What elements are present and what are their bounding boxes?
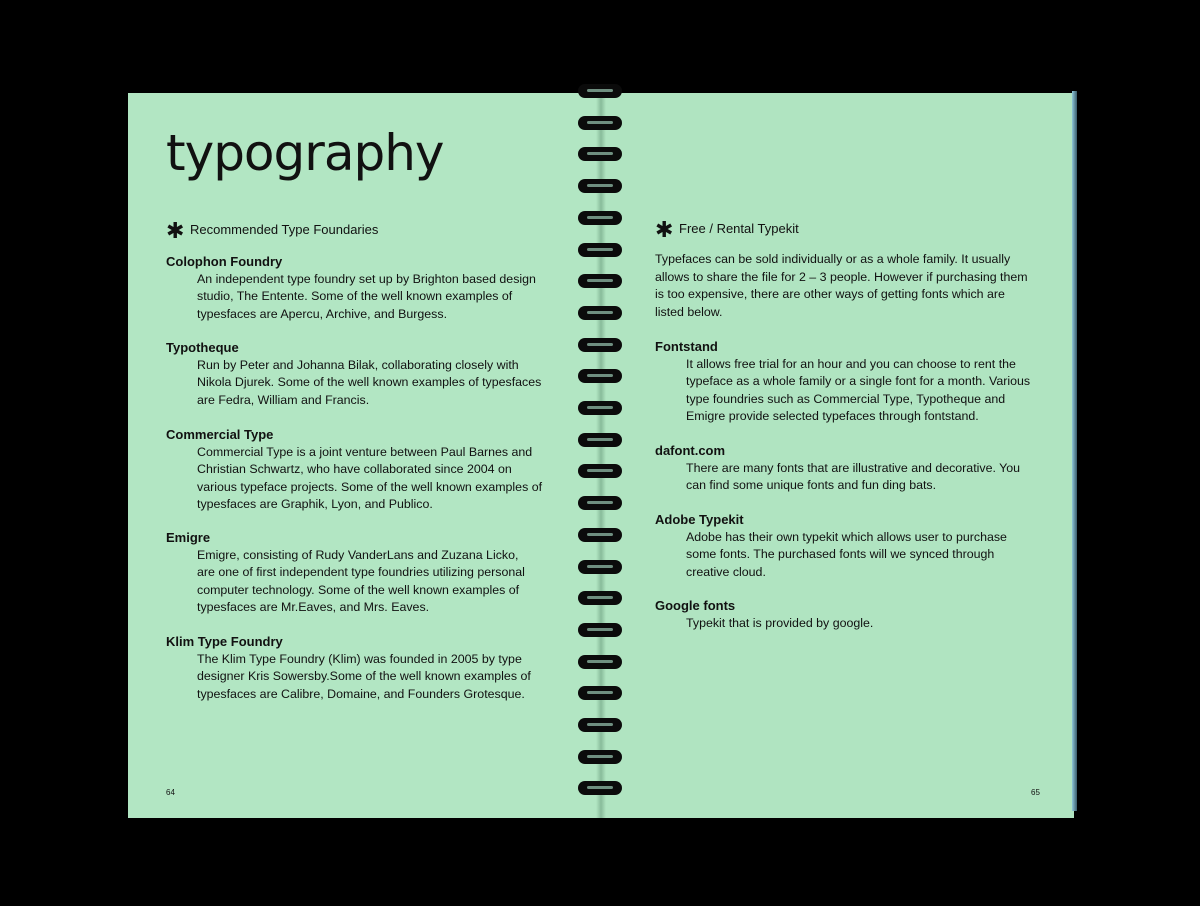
entry-adobe-typekit: Adobe Typekit Adobe has their own typeki… (655, 511, 1007, 581)
entry-description: Typekit that is provided by google. (655, 615, 873, 633)
binding-ring (578, 147, 622, 162)
description-line: can find some unique fonts and fun ding … (686, 478, 937, 492)
entry-emigre: Emigre Emigre, consisting of Rudy Vander… (166, 529, 525, 617)
asterisk-icon: ✱ (655, 217, 674, 242)
entry-typotheque: Typotheque Run by Peter and Johanna Bila… (166, 339, 541, 409)
description-line: typesfaces are Calibre, Domaine, and Fou… (197, 686, 525, 701)
description-line: typesfaces are Apercu, Archive, and Burg… (197, 306, 448, 321)
entry-description: The Klim Type Foundry (Klim) was founded… (166, 651, 531, 704)
description-line: are one of first independent type foundr… (197, 565, 525, 579)
binding-ring (578, 654, 622, 669)
right-section-heading-label: Free / Rental Typekit (679, 220, 799, 236)
binding-ring (578, 718, 622, 732)
left-section-heading: ✱ Recommended Type Foundaries (166, 216, 378, 242)
entry-fontstand: Fontstand It allows free trial for an ho… (655, 338, 1030, 426)
intro-line: allows to share the file for 2 – 3 peopl… (655, 269, 1028, 284)
intro-paragraph: Typefaces can be sold individually or as… (655, 251, 1050, 321)
entry-description: Adobe has their own typekit which allows… (655, 529, 1007, 582)
entry-name: Colophon Foundry (166, 254, 283, 269)
description-line: are Fedra, William and Francis. (197, 392, 370, 407)
entry-name: Klim Type Foundry (166, 634, 283, 649)
description-line: The Klim Type Foundry (Klim) was founded… (197, 651, 522, 666)
entry-name: Google fonts (655, 598, 736, 613)
binding-ring (578, 179, 622, 194)
binding-ring (578, 305, 622, 320)
description-line: typeface as a whole family or a single f… (686, 374, 1031, 388)
binding-ring (578, 496, 622, 511)
entry-description: It allows free trial for an hour and you… (655, 356, 1030, 426)
description-line: Emigre provide selected typefaces throug… (686, 409, 979, 423)
binding-ring (578, 527, 622, 542)
intro-line: listed below. (655, 304, 723, 319)
page-number-right: 65 (1031, 788, 1040, 797)
entry-name: dafont.com (655, 443, 726, 458)
binding-ring (578, 274, 622, 289)
binding-ring (578, 337, 622, 352)
description-line: There are many fonts that are illustrati… (686, 460, 1021, 475)
description-line: various typeface projects. Some of the w… (197, 479, 543, 494)
binding-ring (578, 432, 622, 447)
page-title: typography (166, 124, 444, 182)
spine-shadow (596, 93, 606, 818)
entry-dafont: dafont.com There are many fonts that are… (655, 442, 1020, 495)
page-number-left: 64 (166, 788, 175, 797)
description-line: typesfaces are Mr.Eaves, and Mrs. Eaves. (197, 600, 430, 614)
binding-ring (578, 749, 622, 764)
binding-ring (578, 242, 622, 257)
entry-name: Adobe Typekit (655, 512, 744, 527)
description-line: Adobe has their own typekit which allows… (686, 529, 1007, 544)
entry-name: Commercial Type (166, 427, 274, 442)
description-line: Typekit that is provided by google. (686, 615, 874, 630)
binding-ring (578, 369, 622, 384)
description-line: An independent type foundry set up by Br… (197, 271, 536, 286)
description-line: computer technology. Some of the well kn… (197, 582, 520, 597)
binding-ring (578, 401, 622, 415)
description-line: Run by Peter and Johanna Bilak, collabor… (197, 357, 519, 372)
binding-ring (578, 559, 622, 574)
binding-ring (578, 84, 622, 98)
binding-ring (578, 591, 622, 606)
binding-ring (578, 210, 622, 225)
description-line: Nikola Djurek. Some of the well known ex… (197, 375, 542, 389)
description-line: type foundries such as Commercial Type, … (686, 391, 1006, 406)
entry-name: Fontstand (655, 339, 718, 354)
description-line: Christian Schwartz, who have collaborate… (197, 462, 512, 476)
entry-google-fonts: Google fonts Typekit that is provided by… (655, 597, 873, 632)
binding-ring (578, 464, 622, 479)
entry-description: There are many fonts that are illustrati… (655, 460, 1020, 495)
page-edge (1072, 91, 1077, 811)
description-line: studio, The Entente. Some of the well kn… (197, 289, 513, 303)
description-line: Emigre, consisting of Rudy VanderLans an… (197, 547, 519, 562)
right-section-heading: ✱ Free / Rental Typekit (655, 215, 799, 241)
description-line: designer Kris Sowersby.Some of the well … (197, 669, 531, 683)
entry-commercial-type: Commercial Type Commercial Type is a joi… (166, 426, 542, 514)
binding-ring (578, 115, 622, 130)
entry-description: Emigre, consisting of Rudy VanderLans an… (166, 547, 525, 617)
entry-description: Commercial Type is a joint venture betwe… (166, 444, 542, 514)
entry-description: An independent type foundry set up by Br… (166, 271, 536, 324)
entry-colophon: Colophon Foundry An independent type fou… (166, 253, 536, 323)
description-line: Commercial Type is a joint venture betwe… (197, 444, 533, 459)
left-section-heading-label: Recommended Type Foundaries (190, 221, 379, 237)
description-line: some fonts. The purchased fonts will we … (686, 547, 995, 561)
entry-name: Typotheque (166, 340, 239, 355)
entry-name: Emigre (166, 530, 211, 545)
binding-ring (578, 781, 622, 796)
binding-ring (578, 686, 622, 701)
entry-klim: Klim Type Foundry The Klim Type Foundry … (166, 633, 531, 703)
intro-line: Typefaces can be sold individually or as… (655, 252, 1011, 266)
binding-ring (578, 622, 622, 637)
asterisk-icon: ✱ (166, 218, 185, 243)
description-line: It allows free trial for an hour and you… (686, 356, 1016, 371)
description-line: typesfaces are Graphik, Lyon, and Public… (197, 497, 433, 511)
entry-description: Run by Peter and Johanna Bilak, collabor… (166, 357, 541, 410)
description-line: creative cloud. (686, 564, 766, 579)
intro-line: is too expensive, there are other ways o… (655, 287, 1005, 301)
